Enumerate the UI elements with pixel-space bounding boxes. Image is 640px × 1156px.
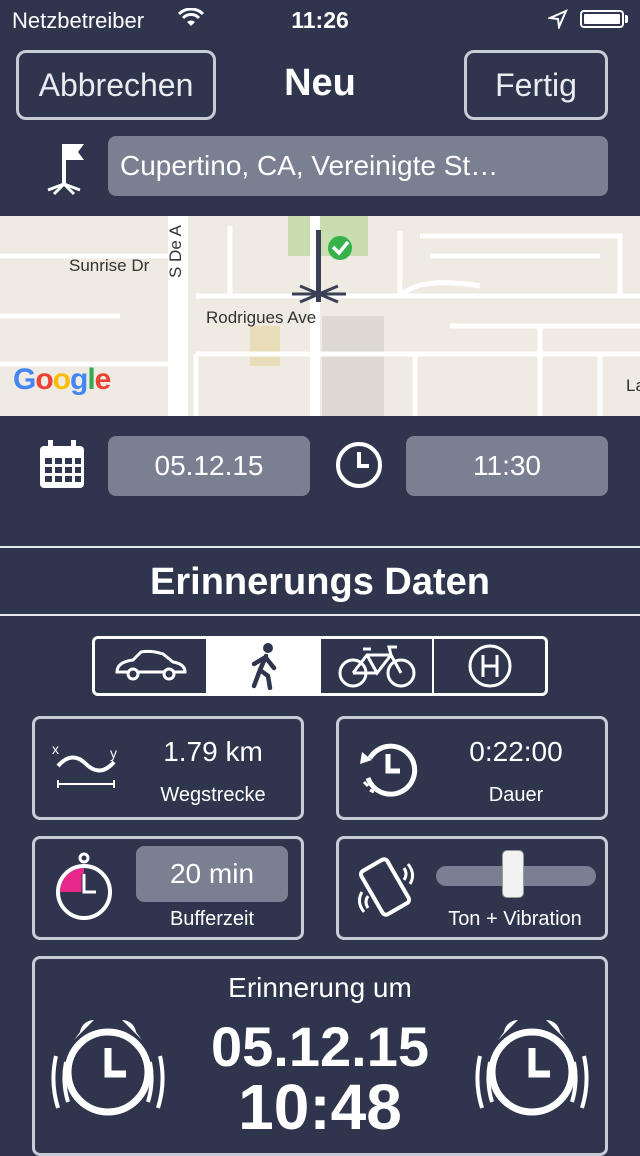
alert-label: Ton + Vibration (448, 908, 582, 930)
battery-icon (580, 10, 624, 28)
distance-label: Wegstrecke (160, 784, 266, 806)
reminder-label: Erinnerung um (228, 972, 412, 1003)
duration-label: Dauer (488, 784, 544, 806)
transit-stop-icon (468, 644, 511, 688)
distance-value: 1.79 km (163, 736, 263, 767)
walking-icon (251, 643, 276, 690)
car-icon (114, 649, 187, 681)
map-label-street: S De A (166, 225, 185, 278)
status-time: 11:26 (291, 7, 349, 33)
divider (0, 546, 640, 548)
battery-tip (625, 15, 628, 23)
walk-mode-button[interactable] (208, 639, 321, 693)
car-mode-button[interactable] (95, 639, 208, 693)
flag-pin-icon (40, 140, 90, 201)
done-button[interactable]: Fertig (464, 50, 608, 120)
map-label-street: La (626, 376, 640, 395)
vibrating-phone-icon (354, 852, 420, 929)
time-picker[interactable]: 11:30 (406, 436, 608, 496)
divider (0, 614, 640, 616)
bicycle-icon (338, 645, 415, 688)
svg-text:y: y (110, 745, 117, 761)
buffer-time-picker[interactable]: 20 min (136, 846, 288, 902)
reminder-time: 10:48 (238, 1071, 402, 1143)
date-picker[interactable]: 05.12.15 (108, 436, 310, 496)
google-logo: Google (13, 363, 111, 396)
transit-mode-button[interactable] (434, 639, 545, 693)
duration-value: 0:22:00 (469, 736, 563, 767)
calendar-icon (38, 440, 86, 495)
status-bar: Netzbetreiber 11:26 (0, 0, 640, 40)
history-clock-icon (356, 738, 418, 805)
distance-route-icon: xy (50, 740, 122, 797)
map-label-street: Rodrigues Ave (206, 308, 317, 327)
map-label-street: Sunrise Dr (69, 256, 150, 275)
location-input[interactable]: Cupertino, CA, Vereinigte St… (108, 136, 608, 196)
stopwatch-icon (52, 850, 116, 927)
svg-text:x: x (52, 741, 59, 757)
bike-mode-button[interactable] (321, 639, 434, 693)
section-title: Erinnerungs Daten (150, 561, 490, 603)
clock-icon (334, 440, 384, 495)
transport-mode-selector (92, 636, 548, 696)
location-arrow-icon (546, 9, 568, 34)
buffer-label: Bufferzeit (169, 908, 255, 930)
alert-slider-thumb[interactable] (502, 850, 525, 898)
